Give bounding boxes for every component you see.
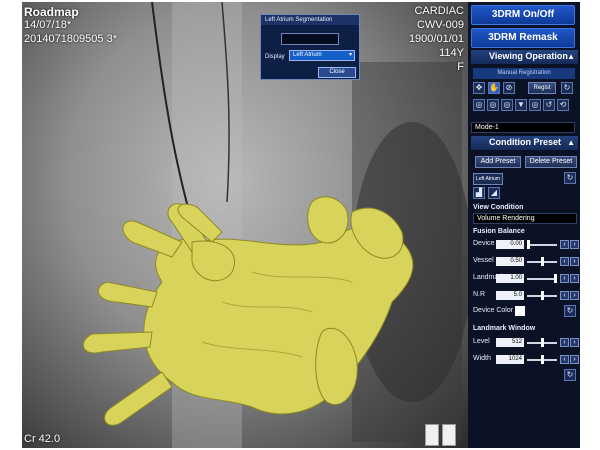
increase-button[interactable]: › <box>570 274 579 283</box>
fusion-slider-thumb[interactable] <box>541 257 544 266</box>
window-value[interactable]: 1024 <box>496 355 524 364</box>
3drm-toggle-button[interactable]: 3DRM On/Off <box>471 5 575 25</box>
decrease-button[interactable]: ‹ <box>560 257 569 266</box>
fusion-balance-label: Fusion Balance <box>473 228 525 235</box>
fusion-slider-track[interactable] <box>527 278 557 280</box>
add-preset-button[interactable]: Add Preset <box>475 156 521 168</box>
fusion-label: N.R <box>473 291 486 298</box>
birth-date: 1900/01/01 <box>408 33 464 45</box>
exam-type: CARDIAC <box>414 5 464 17</box>
study-id: 2014071809505 3* <box>24 33 117 45</box>
regist-button[interactable]: Regist <box>528 82 556 94</box>
control-panel: 3DRM On/Off 3DRM Remask Viewing Operatio… <box>468 2 580 448</box>
fused-3d-volume-render <box>82 2 468 448</box>
patient-sex: F <box>457 61 464 73</box>
decrease-button[interactable]: ‹ <box>560 240 569 249</box>
display-label: Display <box>265 54 285 60</box>
rotate-icon[interactable]: ↺ <box>543 99 555 111</box>
viewing-operation-header[interactable]: Viewing Operation ▲ <box>471 50 578 64</box>
close-button[interactable]: Close <box>318 67 356 78</box>
gantry-angle: Cr 42.0 <box>24 433 61 445</box>
hand-icon[interactable]: ✋ <box>488 82 500 94</box>
tool-4-icon[interactable]: ▼ <box>515 99 527 111</box>
increase-button[interactable]: › <box>570 257 579 266</box>
refresh-icon[interactable]: ↻ <box>564 369 576 381</box>
device-color-label: Device Color <box>473 307 514 314</box>
increase-button[interactable]: › <box>570 240 579 249</box>
window-label: Level <box>473 338 490 345</box>
viewer-mode-label: Roadmap <box>24 5 79 19</box>
increase-button[interactable]: › <box>570 291 579 300</box>
tool-5-icon[interactable]: ◎ <box>529 99 541 111</box>
arrow-cross-icon[interactable]: ✥ <box>473 82 485 94</box>
fusion-value[interactable]: 0.00 <box>496 240 524 249</box>
refresh-icon[interactable]: ↻ <box>564 305 576 317</box>
window-slider-thumb[interactable] <box>541 338 544 347</box>
preset-left-atrium[interactable]: Left Atrium <box>473 173 503 185</box>
study-date: 14/07/18* <box>24 19 72 31</box>
decrease-button[interactable]: ‹ <box>560 338 569 347</box>
manual-registration-bar[interactable]: Manual Registration <box>473 68 575 79</box>
window-slider-thumb[interactable] <box>541 355 544 364</box>
triangle-chart-icon[interactable]: ◢ <box>488 187 500 199</box>
tool-3-icon[interactable]: ◎ <box>501 99 513 111</box>
circle-slash-icon[interactable]: ⊘ <box>503 82 515 94</box>
undo-icon[interactable]: ↻ <box>561 82 573 94</box>
layout-toggle[interactable] <box>425 424 456 446</box>
patient-age: 114Y <box>439 47 464 59</box>
fusion-value[interactable]: 5.0 <box>496 291 524 300</box>
delete-preset-button[interactable]: Delete Preset <box>525 156 577 168</box>
fusion-label: Device <box>473 240 495 247</box>
view-condition-select[interactable]: Volume Rendering <box>473 213 577 224</box>
fusion-value[interactable]: 1.00 <box>496 274 524 283</box>
collapse-icon: ▲ <box>567 52 575 61</box>
window-label: Width <box>473 355 491 362</box>
increase-button[interactable]: › <box>570 338 579 347</box>
mode-select[interactable]: Mode-1 <box>471 122 575 133</box>
fusion-value[interactable]: 0.50 <box>496 257 524 266</box>
increase-button[interactable]: › <box>570 355 579 364</box>
decrease-button[interactable]: ‹ <box>560 355 569 364</box>
decrease-button[interactable]: ‹ <box>560 291 569 300</box>
chevron-down-icon: ▾ <box>348 52 352 58</box>
decrease-button[interactable]: ‹ <box>560 274 569 283</box>
landmark-window-label: Landmark Window <box>473 325 536 332</box>
display-select[interactable]: Left Atrium ▾ <box>289 50 355 61</box>
refresh-icon[interactable]: ↻ <box>564 172 576 184</box>
collapse-icon: ▲ <box>567 138 575 147</box>
reset-icon[interactable]: ⟲ <box>557 99 569 111</box>
fusion-slider-thumb[interactable] <box>541 291 544 300</box>
tool-1-icon[interactable]: ◎ <box>473 99 485 111</box>
bar-chart-icon[interactable]: ▟ <box>473 187 485 199</box>
fusion-slider-thumb[interactable] <box>554 274 557 283</box>
tool-2-icon[interactable]: ◎ <box>487 99 499 111</box>
fusion-slider-track[interactable] <box>527 244 557 246</box>
fusion-label: Vessel <box>473 257 494 264</box>
dialog-title: Left Atrium Segmentation <box>261 15 359 25</box>
segmentation-dialog: Left Atrium Segmentation Display Left At… <box>260 14 360 80</box>
fusion-slider-thumb[interactable] <box>527 240 530 249</box>
fluoroscopy-viewer[interactable]: Roadmap 14/07/18* 2014071809505 3* CARDI… <box>22 2 468 448</box>
device-color-swatch[interactable] <box>515 306 525 316</box>
3drm-remask-button[interactable]: 3DRM Remask <box>471 28 575 48</box>
condition-preset-header[interactable]: Condition Preset ▲ <box>471 136 578 150</box>
screen-edge <box>580 2 600 448</box>
window-value[interactable]: 512 <box>496 338 524 347</box>
segmentation-preview <box>281 33 339 45</box>
patient-id: CWV-009 <box>416 19 464 31</box>
view-condition-label: View Condition <box>473 204 524 211</box>
